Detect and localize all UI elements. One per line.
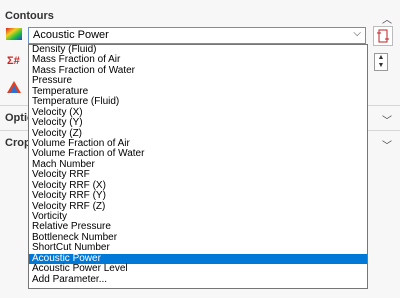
combo-selected-label: Acoustic Power bbox=[33, 29, 109, 41]
contour-colormap-icon bbox=[6, 28, 22, 44]
number-levels-icon: Σ# bbox=[7, 55, 20, 67]
contour-parameter-combobox[interactable]: Acoustic Power ⌵ bbox=[28, 27, 366, 44]
options-expand-chevron-icon[interactable]: ﹀ bbox=[382, 112, 392, 127]
dropdown-item[interactable]: Velocity RRF (Z) bbox=[29, 201, 367, 212]
spin-up-icon[interactable]: ▲ bbox=[375, 54, 387, 62]
dropdown-item[interactable]: Mass Fraction of Water bbox=[29, 65, 367, 76]
contours-section-header[interactable]: Contours ︿ bbox=[0, 6, 400, 28]
contours-title: Contours bbox=[5, 10, 54, 22]
parameter-dropdown-list[interactable]: Density (Fluid) Mass Fraction of Air Mass … bbox=[28, 44, 368, 289]
swap-range-button[interactable] bbox=[373, 26, 393, 46]
spin-down-icon[interactable]: ▼ bbox=[375, 62, 387, 70]
crop-expand-chevron-icon[interactable]: ﹀ bbox=[382, 137, 392, 152]
shading-icon bbox=[6, 80, 22, 96]
dropdown-item[interactable]: Add Parameter... bbox=[29, 274, 367, 285]
swap-icon bbox=[377, 29, 389, 43]
levels-spinner[interactable]: ▲ ▼ bbox=[374, 53, 388, 71]
collapse-chevron-icon[interactable]: ︿ bbox=[382, 11, 392, 26]
crop-section-title[interactable]: Crop bbox=[5, 137, 31, 149]
dropdown-item[interactable]: Velocity (Y) bbox=[29, 117, 367, 128]
chevron-down-icon[interactable]: ⌵ bbox=[353, 28, 361, 39]
dropdown-item[interactable]: Velocity RRF (Y) bbox=[29, 190, 367, 201]
